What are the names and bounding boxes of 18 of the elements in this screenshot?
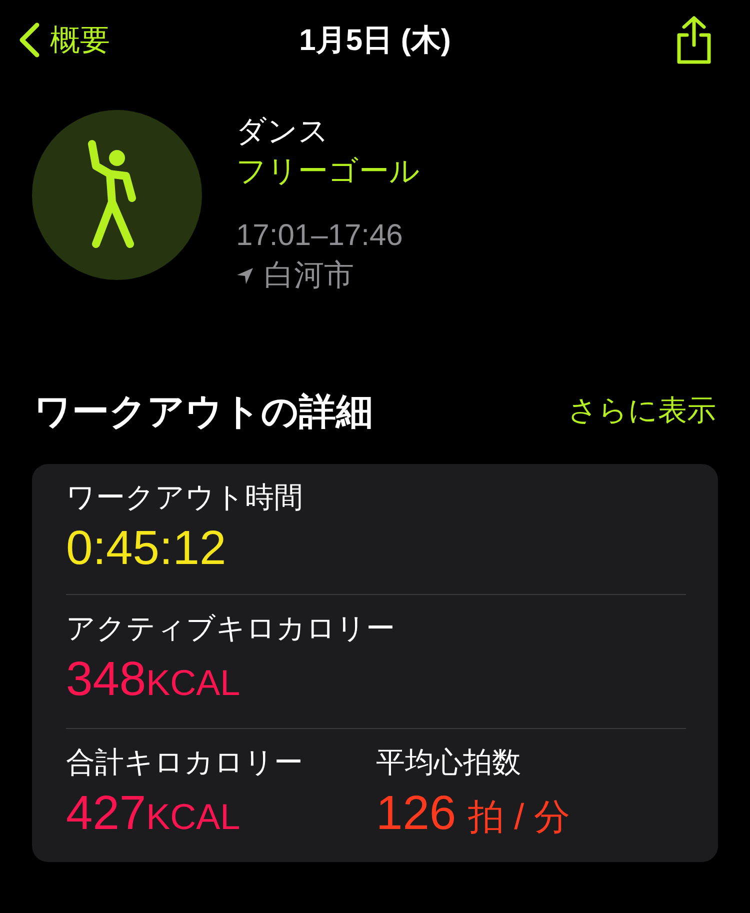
workout-time-range: 17:01–17:46 [236,218,404,254]
metric-value: 0:45:12 [66,520,228,576]
workout-goal: フリーゴール [236,154,420,190]
section-title: ワークアウトの詳細 [34,390,373,434]
metric-value: 348KCAL [66,652,242,708]
back-chevron-icon [18,22,40,58]
location-arrow-icon [236,267,254,285]
metric-label: ワークアウト時間 [66,480,303,516]
metric-label: 合計キロカロリー [66,746,304,780]
page-title: 1月5日 (木) [299,22,451,58]
workout-location: 白河市 [264,258,354,294]
metric-value: 126 拍 / 分 [376,786,572,842]
workout-type: ダンス [236,114,330,150]
metric-value: 427KCAL [66,786,242,842]
metric-label: 平均心拍数 [376,746,522,780]
metric-label: アクティブキロカロリー [66,612,395,646]
back-button[interactable]: 概要 [18,18,148,62]
show-more-link[interactable]: さらに表示 [568,390,716,434]
